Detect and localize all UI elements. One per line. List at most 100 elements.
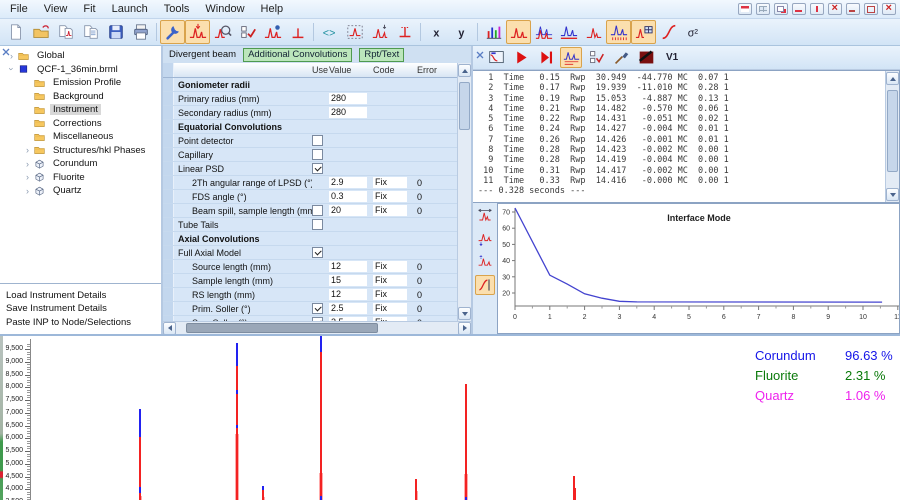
shift-up-icon[interactable] <box>475 252 495 272</box>
value-input[interactable]: 0.3 <box>329 191 367 202</box>
tree-item-corrections[interactable]: Corrections <box>4 117 161 131</box>
tree-item-structures-hkl-phases[interactable]: › Structures/hkl Phases <box>4 144 161 158</box>
tree-item-fluorite[interactable]: › Fluorite <box>4 171 161 185</box>
fit-wrench-icon[interactable] <box>160 20 185 44</box>
refine-options-icon[interactable] <box>235 20 260 44</box>
scroll-up-icon[interactable] <box>458 64 471 77</box>
interface-window-icon[interactable] <box>485 47 507 68</box>
hscroll-thumb[interactable] <box>186 323 378 333</box>
checkbox-unchecked[interactable] <box>312 205 323 216</box>
value-input[interactable]: 280 <box>329 93 367 104</box>
value-input[interactable]: 280 <box>329 107 367 118</box>
code-input[interactable]: Fix <box>373 261 407 272</box>
split-window-icon[interactable] <box>810 3 824 15</box>
calc-scan-icon[interactable] <box>581 20 606 44</box>
run-converge-icon[interactable] <box>535 47 557 68</box>
checkbox-checked[interactable] <box>312 303 323 314</box>
peak-pick-icon[interactable] <box>260 20 285 44</box>
grid-windows-icon[interactable] <box>756 3 770 15</box>
menu-file[interactable]: File <box>2 2 36 16</box>
checkbox-unchecked[interactable] <box>312 219 323 230</box>
tree-item-quartz[interactable]: › Quartz <box>4 184 161 198</box>
copy-scans-icon[interactable] <box>78 20 103 44</box>
run-icon[interactable] <box>510 47 532 68</box>
value-input[interactable]: 12 <box>329 261 367 272</box>
scroll-down-icon[interactable] <box>458 307 471 320</box>
checkbox-checked[interactable] <box>312 247 323 258</box>
phase-grid-icon[interactable] <box>631 20 656 44</box>
scroll-up-icon[interactable] <box>886 72 899 85</box>
value-input[interactable]: 12 <box>329 289 367 300</box>
baseline-scan-icon[interactable] <box>556 20 581 44</box>
expand-collapsed-icon[interactable]: › <box>22 172 33 182</box>
code-view-icon[interactable]: <> <box>317 20 342 44</box>
print-icon[interactable] <box>128 20 153 44</box>
tree-item-corundum[interactable]: › Corundum <box>4 157 161 171</box>
checkbox-checked[interactable] <box>312 163 323 174</box>
menu-window[interactable]: Window <box>197 2 252 16</box>
x-axis-icon[interactable]: x <box>424 20 449 44</box>
multi-scan-icon[interactable] <box>531 20 556 44</box>
scroll-down-icon[interactable] <box>886 188 899 201</box>
sigma2-icon[interactable]: σ² <box>681 20 706 44</box>
value-input[interactable]: 2.5 <box>329 303 367 314</box>
single-scan-icon[interactable] <box>506 20 531 44</box>
close-fit-panel-icon[interactable] <box>475 50 485 60</box>
action-paste-inp-to-node-selections[interactable]: Paste INP to Node/Selections <box>6 316 155 330</box>
new-document-icon[interactable] <box>3 20 28 44</box>
import-scans-icon[interactable] <box>53 20 78 44</box>
expand-collapsed-icon[interactable]: › <box>22 186 33 196</box>
action-load-instrument-details[interactable]: Load Instrument Details <box>6 289 155 303</box>
parameter-table-vscrollbar[interactable] <box>457 63 471 321</box>
code-input[interactable]: Fix <box>373 289 407 300</box>
save-icon[interactable] <box>103 20 128 44</box>
expand-collapsed-icon[interactable]: › <box>22 159 33 169</box>
iterations-icon[interactable] <box>475 275 495 295</box>
checkbox-checked[interactable] <box>312 317 323 321</box>
menu-tools[interactable]: Tools <box>156 2 198 16</box>
minimize-app-icon[interactable] <box>846 3 860 15</box>
tolerance2-icon[interactable] <box>392 20 417 44</box>
range-x-icon[interactable] <box>475 206 495 226</box>
restore-app-icon[interactable] <box>864 3 878 15</box>
checkbox-unchecked[interactable] <box>312 149 323 160</box>
menu-fit[interactable]: Fit <box>75 2 103 16</box>
tab-rpt-text[interactable]: Rpt/Text <box>359 47 405 62</box>
surface-plot-icon[interactable] <box>481 20 506 44</box>
range-box-icon[interactable] <box>342 20 367 44</box>
expand-expanded-icon[interactable]: › <box>7 64 17 75</box>
code-input[interactable]: Fix <box>373 191 407 202</box>
scroll-left-icon[interactable] <box>163 321 176 335</box>
menu-view[interactable]: View <box>36 2 76 16</box>
checkbox-unchecked[interactable] <box>312 135 323 146</box>
code-input[interactable]: Fix <box>373 177 407 188</box>
parameter-table-hscrollbar[interactable] <box>163 321 471 335</box>
tree-item-emission-profile[interactable]: Emission Profile <box>4 76 161 90</box>
tree-item-global[interactable]: › Global <box>4 49 161 63</box>
tree-item-miscellaneous[interactable]: Miscellaneous <box>4 130 161 144</box>
y-axis-icon[interactable]: y <box>449 20 474 44</box>
tab-divergent-beam[interactable]: Divergent beam <box>169 49 236 60</box>
value-input[interactable]: 20 <box>329 205 367 216</box>
tree-item-background[interactable]: Background <box>4 90 161 104</box>
brush-icon[interactable] <box>610 47 632 68</box>
action-save-instrument-details[interactable]: Save Instrument Details <box>6 302 155 316</box>
tab-additional-convolutions[interactable]: Additional Convolutions <box>243 47 353 62</box>
code-input[interactable]: Fix <box>373 275 407 286</box>
vscroll-thumb[interactable] <box>459 82 470 130</box>
fit-progress-icon[interactable] <box>560 47 582 68</box>
shift-down-icon[interactable] <box>475 229 495 249</box>
expand-collapsed-icon[interactable]: › <box>22 145 33 155</box>
value-input[interactable]: 2.9 <box>329 177 367 188</box>
scroll-right-icon[interactable] <box>458 321 471 335</box>
value-input[interactable]: 15 <box>329 275 367 286</box>
tile-windows-icon[interactable] <box>738 3 752 15</box>
menu-launch[interactable]: Launch <box>104 2 156 16</box>
minimize-window-icon[interactable] <box>792 3 806 15</box>
menu-help[interactable]: Help <box>253 2 292 16</box>
vscroll-thumb[interactable] <box>887 90 898 172</box>
tree-item-instrument[interactable]: Instrument <box>4 103 161 117</box>
insert-peak-icon[interactable] <box>367 20 392 44</box>
tree-item-qcf-1-36min-brml[interactable]: › QCF-1_36min.brml <box>4 63 161 77</box>
hkl-ticks-icon[interactable] <box>606 20 631 44</box>
